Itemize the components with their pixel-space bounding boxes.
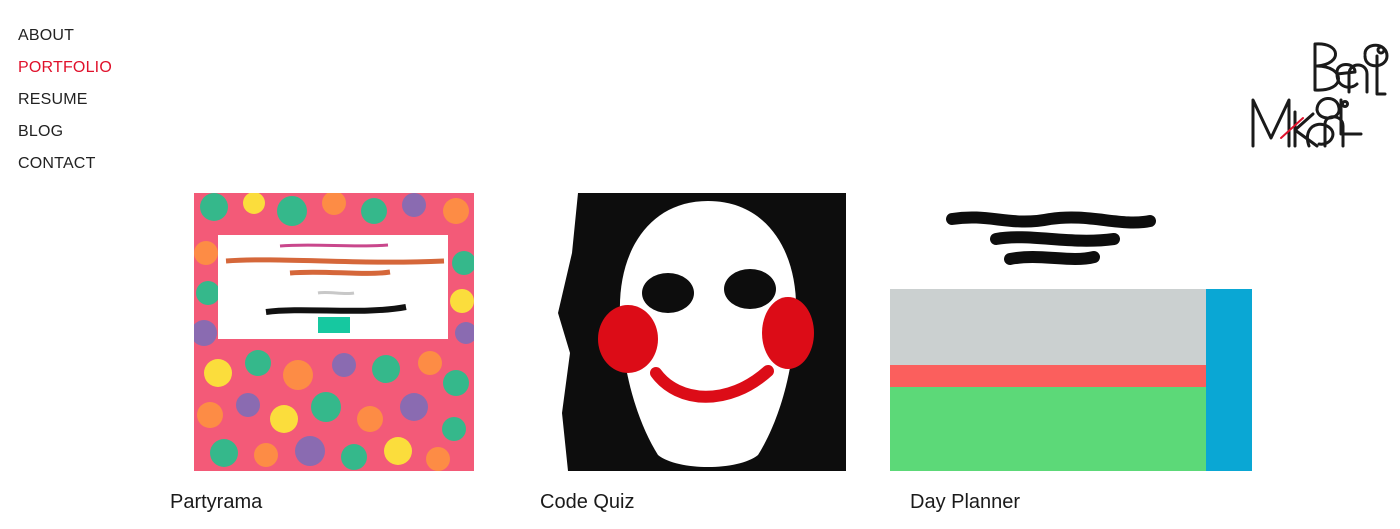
project-thumbnail-day-planner[interactable] [890,193,1252,471]
nav-link-blog[interactable]: BLOG [18,116,112,148]
project-title-code-quiz[interactable]: Code Quiz [540,491,635,514]
nav-link-contact[interactable]: CONTACT [18,148,112,180]
project-title-partyrama[interactable]: Partyrama [170,491,262,514]
project-thumbnail-code-quiz[interactable] [558,193,848,471]
nav-link-portfolio[interactable]: PORTFOLIO [18,52,112,84]
project-thumbnail-partyrama[interactable] [194,193,474,471]
project-card-code-quiz[interactable]: Code Quiz [540,193,848,513]
portfolio-page: ABOUT PORTFOLIO RESUME BLOG CONTACT Part… [0,0,1400,529]
main-nav: ABOUT PORTFOLIO RESUME BLOG CONTACT [18,20,112,180]
site-logo[interactable] [1245,34,1395,154]
project-card-partyrama[interactable]: Partyrama [170,193,474,513]
project-card-day-planner[interactable]: Day Planner [890,193,1252,513]
nav-link-about[interactable]: ABOUT [18,20,112,52]
project-title-day-planner[interactable]: Day Planner [910,491,1020,514]
signature-logo-icon [1251,42,1389,148]
nav-link-resume[interactable]: RESUME [18,84,112,116]
